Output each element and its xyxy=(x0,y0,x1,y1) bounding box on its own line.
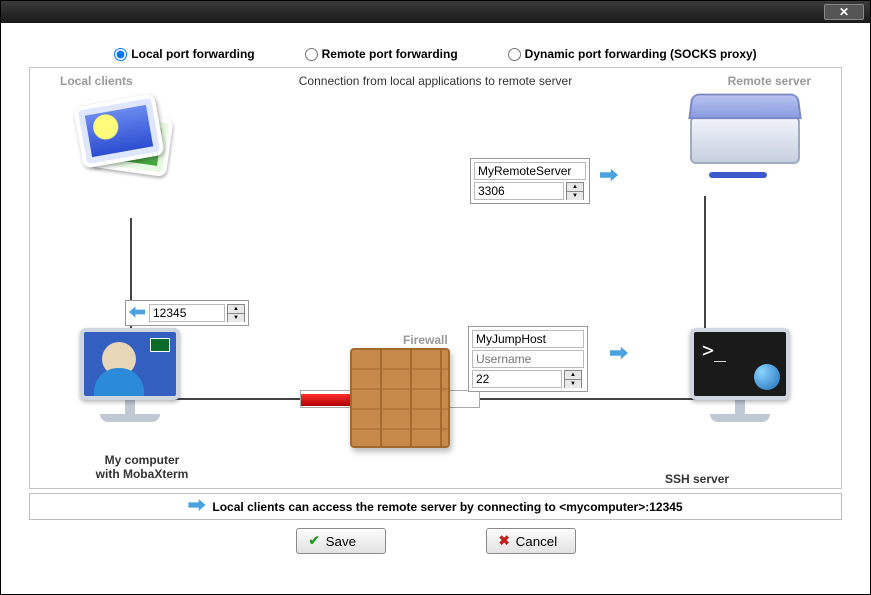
my-computer-icon xyxy=(65,328,195,448)
ssh-user-input[interactable] xyxy=(472,350,584,368)
remote-host-input[interactable] xyxy=(474,162,586,180)
title-bar: ✕ xyxy=(1,1,870,23)
dialog-body: Local port forwarding Remote port forwar… xyxy=(1,23,870,566)
label-my-computer-l1: My computer xyxy=(105,453,180,467)
save-button[interactable]: ✔ Save xyxy=(296,528,386,554)
check-icon: ✔ xyxy=(309,533,320,549)
label-my-computer: My computer with MobaXterm xyxy=(82,453,202,481)
diagram-subtitle: Connection from local applications to re… xyxy=(299,74,572,88)
remote-server-icon xyxy=(685,92,805,184)
radio-remote-label: Remote port forwarding xyxy=(322,47,458,61)
ssh-port-spinner[interactable]: ▲▼ xyxy=(564,370,582,388)
cross-icon: ✖ xyxy=(499,533,510,549)
spin-up-icon[interactable]: ▲ xyxy=(565,371,581,380)
cancel-button-label: Cancel xyxy=(516,534,558,549)
label-my-computer-l2: with MobaXterm xyxy=(96,467,189,481)
spin-down-icon[interactable]: ▼ xyxy=(565,380,581,388)
footer-note-text: Local clients can access the remote serv… xyxy=(212,500,682,514)
cancel-button[interactable]: ✖ Cancel xyxy=(486,528,576,554)
radio-local-forwarding[interactable]: Local port forwarding xyxy=(114,47,254,61)
remote-port-spinner[interactable]: ▲▼ xyxy=(566,182,584,200)
radio-local-input[interactable] xyxy=(114,48,127,61)
arrow-right-icon xyxy=(600,168,618,182)
remote-port-input[interactable] xyxy=(474,182,564,200)
local-clients-icon xyxy=(70,96,190,206)
radio-remote-input[interactable] xyxy=(305,48,318,61)
local-port-spinner[interactable]: ▲▼ xyxy=(227,304,245,322)
close-icon: ✕ xyxy=(839,5,849,19)
footer-note: Local clients can access the remote serv… xyxy=(29,493,842,520)
forwarding-type-radios: Local port forwarding Remote port forwar… xyxy=(29,47,842,61)
radio-dynamic-input[interactable] xyxy=(508,48,521,61)
ssh-host-input[interactable] xyxy=(472,330,584,348)
radio-local-label: Local port forwarding xyxy=(131,47,254,61)
local-port-group: ▲▼ xyxy=(125,300,249,326)
ssh-port-input[interactable] xyxy=(472,370,562,388)
firewall-icon xyxy=(350,348,450,448)
arrow-left-icon xyxy=(129,306,145,321)
spin-up-icon[interactable]: ▲ xyxy=(228,305,244,314)
radio-remote-forwarding[interactable]: Remote port forwarding xyxy=(305,47,458,61)
close-button[interactable]: ✕ xyxy=(824,4,864,20)
local-port-input[interactable] xyxy=(149,304,225,322)
ssh-jump-group: ▲▼ xyxy=(468,326,588,392)
radio-dynamic-forwarding[interactable]: Dynamic port forwarding (SOCKS proxy) xyxy=(508,47,757,61)
spin-down-icon[interactable]: ▼ xyxy=(567,192,583,200)
spin-up-icon[interactable]: ▲ xyxy=(567,183,583,192)
radio-dynamic-label: Dynamic port forwarding (SOCKS proxy) xyxy=(525,47,757,61)
label-firewall: Firewall xyxy=(403,333,448,347)
diagram-box: Connection from local applications to re… xyxy=(29,67,842,489)
arrow-right-icon xyxy=(610,346,628,360)
spin-down-icon[interactable]: ▼ xyxy=(228,314,244,322)
save-button-label: Save xyxy=(326,534,356,549)
label-local-clients: Local clients xyxy=(60,74,133,88)
button-row: ✔ Save ✖ Cancel xyxy=(29,528,842,554)
remote-server-group: ▲▼ xyxy=(470,158,590,204)
label-remote-server: Remote server xyxy=(728,74,811,88)
ssh-server-icon: >_ xyxy=(675,328,805,448)
arrow-right-icon xyxy=(188,499,206,514)
label-ssh-server: SSH server xyxy=(665,472,729,486)
